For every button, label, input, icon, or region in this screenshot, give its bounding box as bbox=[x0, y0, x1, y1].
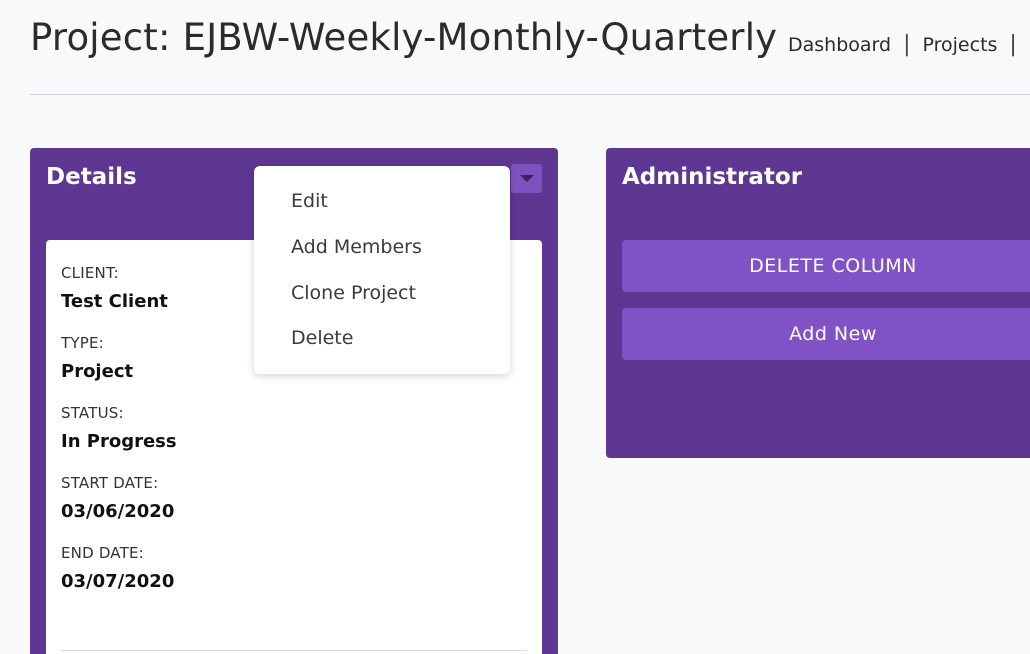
field-value: In Progress bbox=[61, 431, 177, 452]
add-new-label: Add New bbox=[789, 323, 877, 345]
menu-item-clone-project[interactable]: Clone Project bbox=[254, 270, 510, 316]
field-start-date: START DATE: 03/06/2020 bbox=[61, 474, 174, 522]
nav-separator: | bbox=[1009, 32, 1017, 57]
page-title: Project: EJBW-Weekly-Monthly-Quarterly bbox=[30, 16, 778, 59]
nav-link-projects[interactable]: Projects bbox=[923, 34, 998, 56]
administrator-card: Administrator DELETE COLUMN Add New bbox=[606, 148, 1030, 458]
add-new-button[interactable]: Add New bbox=[622, 308, 1030, 360]
field-label: TYPE: bbox=[61, 334, 104, 352]
top-nav: Dashboard | Projects | bbox=[788, 32, 1029, 57]
field-label: STATUS: bbox=[61, 404, 124, 422]
field-value: 03/06/2020 bbox=[61, 501, 175, 522]
delete-column-label: DELETE COLUMN bbox=[749, 255, 917, 277]
details-dropdown-menu: Edit Add Members Clone Project Delete bbox=[254, 166, 510, 374]
field-value: 03/07/2020 bbox=[61, 571, 175, 592]
field-type: TYPE: Project bbox=[61, 334, 133, 382]
field-client: CLIENT: Test Client bbox=[61, 264, 168, 312]
field-label: CLIENT: bbox=[61, 264, 119, 282]
field-value: Project bbox=[61, 361, 134, 382]
header-divider bbox=[30, 94, 1030, 95]
menu-item-delete[interactable]: Delete bbox=[254, 316, 510, 360]
project-page: Project: EJBW-Weekly-Monthly-Quarterly D… bbox=[0, 0, 1030, 654]
field-status: STATUS: In Progress bbox=[61, 404, 177, 452]
field-end-date: END DATE: 03/07/2020 bbox=[61, 544, 174, 592]
delete-column-button[interactable]: DELETE COLUMN bbox=[622, 240, 1030, 292]
menu-item-add-members[interactable]: Add Members bbox=[254, 224, 510, 270]
details-menu-toggle[interactable] bbox=[511, 164, 542, 193]
caret-down-icon bbox=[519, 175, 534, 182]
field-label: END DATE: bbox=[61, 544, 144, 562]
details-divider bbox=[61, 650, 527, 651]
menu-item-edit[interactable]: Edit bbox=[254, 178, 510, 224]
nav-link-dashboard[interactable]: Dashboard bbox=[788, 34, 891, 56]
nav-separator: | bbox=[903, 32, 911, 57]
administrator-title: Administrator bbox=[622, 164, 803, 190]
field-label: START DATE: bbox=[61, 474, 159, 492]
details-title: Details bbox=[46, 164, 137, 190]
field-value: Test Client bbox=[61, 291, 168, 312]
